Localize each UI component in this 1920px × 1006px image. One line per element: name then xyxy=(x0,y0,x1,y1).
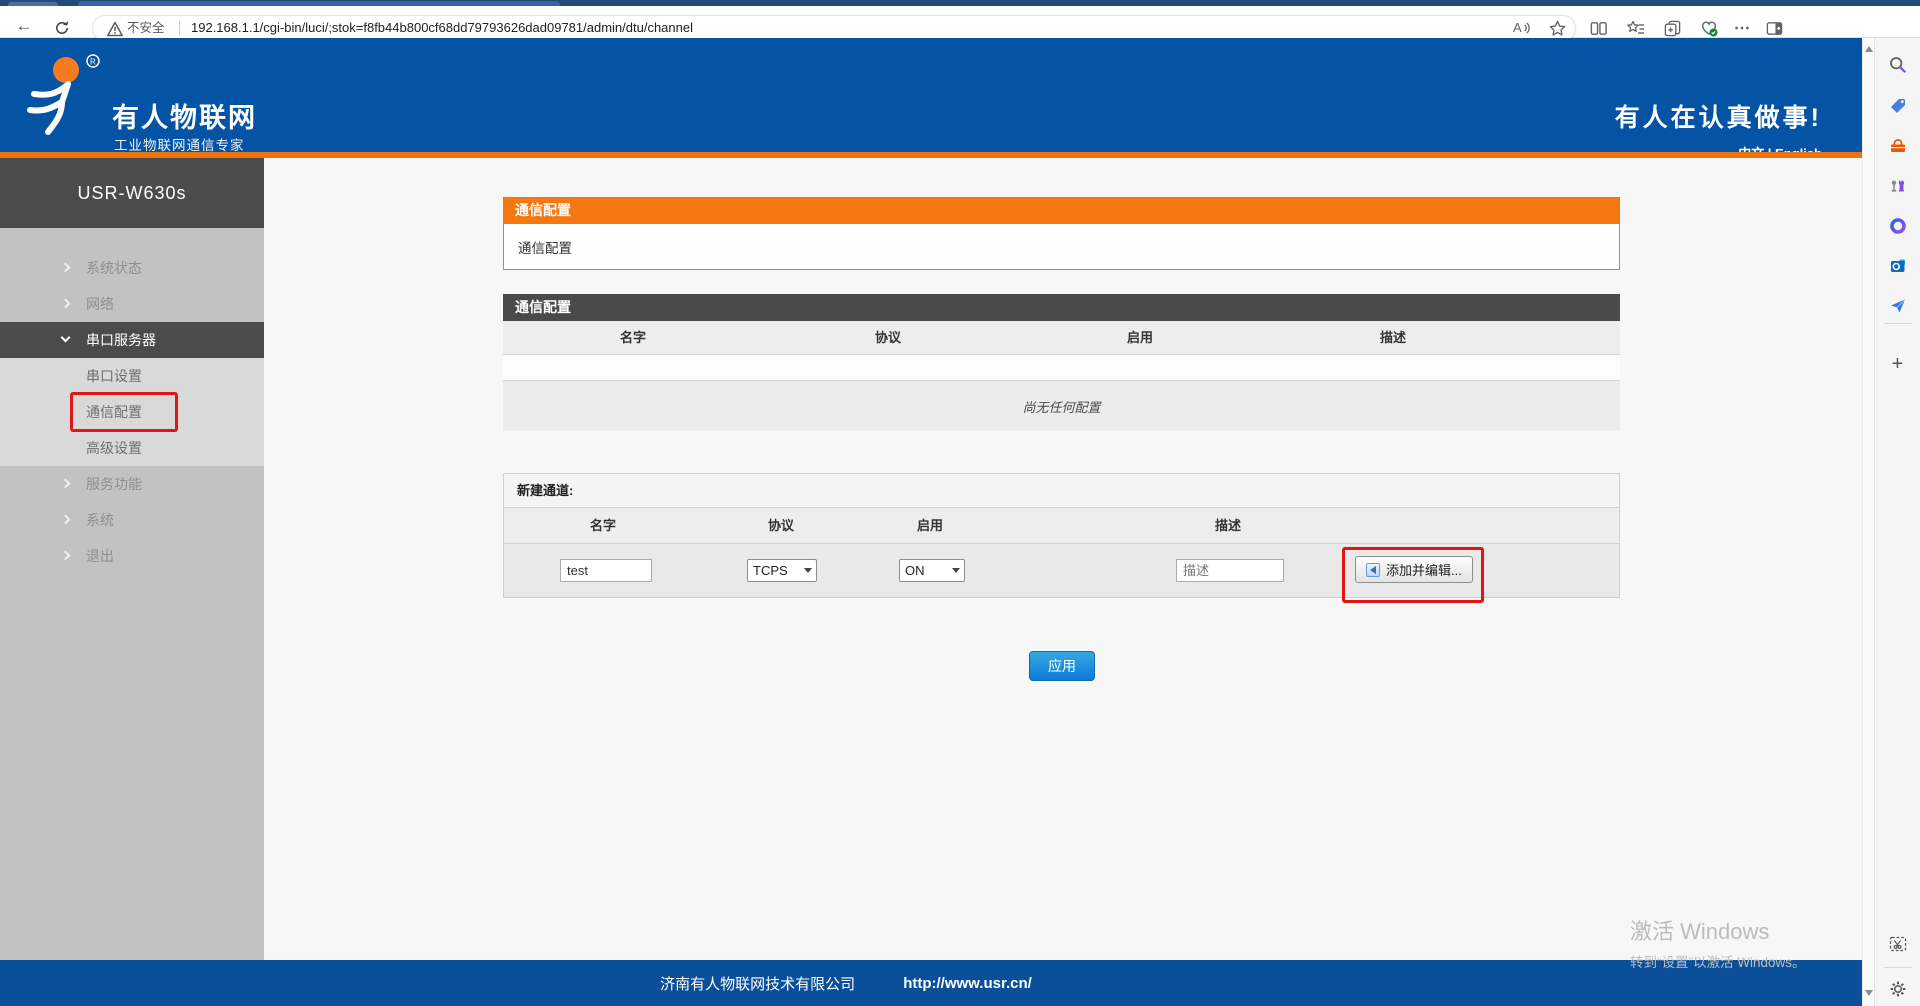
brand-title: 有人物联网 xyxy=(112,96,257,135)
divider xyxy=(1884,967,1912,968)
sidebar-item-advanced-settings[interactable]: 高级设置 xyxy=(0,430,264,466)
sidebar-toggle-icon[interactable] xyxy=(1764,18,1784,38)
sidebar-item-logout[interactable]: 退出 xyxy=(0,538,264,574)
add-to-sidebar-icon[interactable]: + xyxy=(1887,353,1909,375)
config-title-panel: 通信配置 通信配置 xyxy=(503,197,1620,270)
sidebar-item-label: 退出 xyxy=(86,548,114,564)
sidebar: USR-W630s 系统状态 网络 串口服务器 串口设置 通信配置 高级设置 服… xyxy=(0,158,264,960)
search-icon[interactable] xyxy=(1887,54,1909,76)
split-screen-icon[interactable] xyxy=(1588,18,1608,38)
svg-text:A: A xyxy=(1513,20,1522,35)
enable-select[interactable]: ON xyxy=(899,559,965,582)
protocol-select-wrap: TCPS xyxy=(747,559,817,582)
enable-select-wrap: ON xyxy=(899,559,965,582)
sidebar-item-label: 服务功能 xyxy=(86,476,142,492)
column-header-enable: 启用 xyxy=(1127,321,1153,355)
footer-website-link[interactable]: http://www.usr.cn/ xyxy=(903,975,1032,992)
divider xyxy=(1884,323,1912,324)
chevron-right-icon xyxy=(61,299,71,309)
sidebar-item-label: 系统状态 xyxy=(86,260,142,276)
column-header-enable: 启用 xyxy=(917,508,943,544)
channel-name-input[interactable] xyxy=(560,559,652,582)
column-header-description: 描述 xyxy=(1215,508,1241,544)
scroll-up-arrow-icon[interactable] xyxy=(1865,46,1873,52)
column-header-description: 描述 xyxy=(1380,321,1406,355)
sidebar-item-label: 高级设置 xyxy=(86,440,142,456)
chevron-right-icon xyxy=(61,479,71,489)
edge-sidebar: + xyxy=(1874,38,1920,1006)
vertical-scrollbar[interactable] xyxy=(1862,38,1874,1006)
footer-company: 济南有人物联网技术有限公司 xyxy=(660,973,855,994)
sidebar-item-label: 网络 xyxy=(86,296,114,312)
new-channel-label: 新建通道: xyxy=(504,474,1619,508)
device-name: USR-W630s xyxy=(0,158,264,228)
svg-text:R: R xyxy=(90,58,96,67)
description-input[interactable] xyxy=(1176,559,1284,582)
sidebar-item-system-status[interactable]: 系统状态 xyxy=(0,250,264,286)
not-secure-warning-icon xyxy=(106,20,124,38)
favorites-icon[interactable] xyxy=(1626,18,1646,38)
favorite-star-icon[interactable] xyxy=(1547,18,1567,38)
shopping-icon[interactable] xyxy=(1887,95,1909,117)
table-empty-row xyxy=(503,355,1620,381)
outlook-icon[interactable] xyxy=(1887,255,1909,277)
column-header-name: 名字 xyxy=(620,321,646,355)
sidebar-item-network[interactable]: 网络 xyxy=(0,286,264,322)
microsoft-365-icon[interactable] xyxy=(1887,215,1909,237)
table-title: 通信配置 xyxy=(503,294,1620,321)
chevron-right-icon xyxy=(61,515,71,525)
sidebar-item-serial-settings[interactable]: 串口设置 xyxy=(0,358,264,394)
table-empty-state: 尚无任何配置 xyxy=(503,381,1620,431)
column-header-name: 名字 xyxy=(590,508,616,544)
add-and-edit-button[interactable]: 添加并编辑... xyxy=(1355,556,1473,583)
panel-body-text: 通信配置 xyxy=(503,224,1620,270)
divider xyxy=(179,21,180,35)
usr-logo: R xyxy=(20,52,106,138)
site-header: R 有人物联网 工业物联网通信专家 有人在认真做事! 中文 | English xyxy=(0,38,1862,152)
url-text[interactable]: 192.168.1.1/cgi-bin/luci/;stok=f8fb44b80… xyxy=(191,16,693,40)
security-label[interactable]: 不安全 xyxy=(127,16,165,40)
toolbox-icon[interactable] xyxy=(1887,135,1909,157)
sidebar-item-service-functions[interactable]: 服务功能 xyxy=(0,466,264,502)
sidebar-item-label: 串口服务器 xyxy=(86,332,156,348)
page-footer: 济南有人物联网技术有限公司 http://www.usr.cn/ xyxy=(0,960,1862,1006)
sidebar-item-label: 系统 xyxy=(86,512,114,528)
new-channel-panel: 新建通道: 名字 协议 启用 描述 TCPS ON xyxy=(503,473,1620,598)
chevron-right-icon xyxy=(61,263,71,273)
collections-icon[interactable] xyxy=(1662,18,1682,38)
chevron-right-icon xyxy=(61,551,71,561)
column-header-protocol: 协议 xyxy=(768,508,794,544)
sidebar-item-comm-config[interactable]: 通信配置 xyxy=(0,394,264,430)
apply-button[interactable]: 应用 xyxy=(1029,651,1095,681)
new-channel-header-row: 名字 协议 启用 描述 xyxy=(504,508,1619,544)
channel-table-panel: 通信配置 名字 协议 启用 描述 尚无任何配置 xyxy=(503,294,1620,431)
settings-gear-icon[interactable] xyxy=(1887,978,1909,1000)
page-root: ← 不安全 192.168.1.1/cgi-bin/luci/;stok=f8f… xyxy=(0,0,1920,1006)
scroll-down-arrow-icon[interactable] xyxy=(1865,990,1873,996)
browser-toolbar: ← 不安全 192.168.1.1/cgi-bin/luci/;stok=f8f… xyxy=(0,6,1920,38)
games-icon[interactable] xyxy=(1887,175,1909,197)
chevron-down-icon xyxy=(61,333,71,343)
protocol-select[interactable]: TCPS xyxy=(747,559,817,582)
panel-title: 通信配置 xyxy=(503,197,1620,224)
back-icon[interactable]: ← xyxy=(14,15,34,37)
table-header-row: 名字 协议 启用 描述 xyxy=(503,321,1620,355)
sidebar-item-label: 通信配置 xyxy=(86,404,142,420)
refresh-icon[interactable] xyxy=(52,18,72,38)
add-edit-icon xyxy=(1366,563,1380,577)
read-aloud-icon[interactable]: A xyxy=(1511,18,1531,38)
browser-essentials-icon[interactable] xyxy=(1699,18,1719,38)
drop-icon[interactable] xyxy=(1887,295,1909,317)
brand-subtitle: 工业物联网通信专家 xyxy=(114,134,245,154)
more-menu-icon[interactable] xyxy=(1732,18,1752,38)
new-channel-form-row: TCPS ON 添加并编辑... xyxy=(504,544,1619,597)
sidebar-item-label: 串口设置 xyxy=(86,368,142,384)
add-edit-button-label: 添加并编辑... xyxy=(1386,560,1462,579)
header-slogan: 有人在认真做事! xyxy=(1615,98,1822,134)
column-header-protocol: 协议 xyxy=(875,321,901,355)
sidebar-item-serial-server[interactable]: 串口服务器 xyxy=(0,322,264,358)
sidebar-item-system[interactable]: 系统 xyxy=(0,502,264,538)
web-capture-icon[interactable] xyxy=(1887,933,1909,955)
